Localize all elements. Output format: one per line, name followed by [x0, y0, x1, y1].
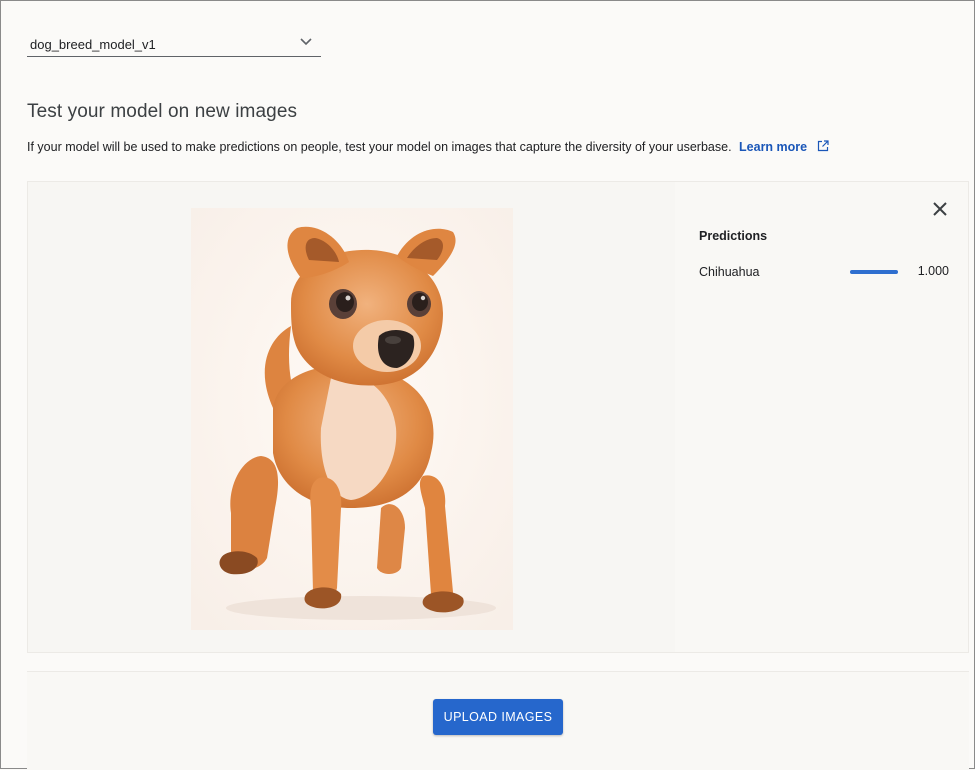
external-link-icon[interactable]	[817, 140, 829, 152]
confidence-bar	[850, 270, 898, 274]
model-dropdown[interactable]: dog_breed_model_v1	[27, 31, 321, 57]
upload-images-button[interactable]: UPLOAD IMAGES	[433, 699, 563, 735]
chihuahua-puppy-image	[191, 208, 513, 630]
model-dropdown-value: dog_breed_model_v1	[30, 37, 156, 52]
learn-more-link[interactable]: Learn more	[739, 140, 807, 154]
page-title: Test your model on new images	[27, 101, 298, 122]
description-text: If your model will be used to make predi…	[27, 140, 732, 154]
prediction-row: Chihuahua 1.000	[699, 262, 949, 282]
close-icon[interactable]	[930, 199, 950, 219]
upload-panel: UPLOAD IMAGES	[27, 671, 969, 770]
confidence-bar-fill	[850, 270, 898, 274]
test-image-area	[28, 182, 675, 652]
predictions-title: Predictions	[699, 229, 768, 243]
prediction-label: Chihuahua	[699, 265, 760, 279]
chevron-down-icon	[300, 38, 312, 46]
prediction-score: 1.000	[917, 264, 949, 278]
app-frame: dog_breed_model_v1 Test your model on ne…	[0, 0, 975, 770]
prediction-result-panel: Predictions Chihuahua 1.000	[27, 181, 969, 653]
description: If your model will be used to make predi…	[27, 140, 829, 154]
